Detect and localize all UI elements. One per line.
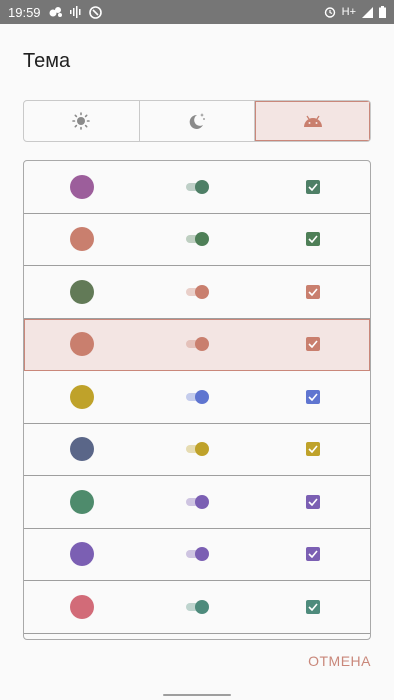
switch-thumb bbox=[195, 284, 209, 299]
primary-color-swatch bbox=[70, 174, 94, 199]
accent-switch-preview bbox=[186, 494, 210, 509]
network-type: H+ bbox=[341, 6, 356, 18]
switch-thumb bbox=[195, 337, 209, 352]
theme-mode-selector bbox=[23, 100, 371, 142]
primary-color-swatch bbox=[70, 227, 94, 252]
primary-color-swatch bbox=[70, 594, 94, 619]
moon-stars-icon bbox=[189, 113, 205, 129]
checkbox-check-icon bbox=[306, 179, 320, 194]
switch-thumb bbox=[195, 442, 209, 457]
status-notification-icons bbox=[49, 5, 102, 19]
android-icon bbox=[303, 115, 322, 127]
mode-dark-button[interactable] bbox=[140, 101, 256, 141]
checkbox-check-icon bbox=[306, 232, 320, 247]
accent-switch-preview bbox=[186, 547, 210, 562]
palette-list bbox=[23, 160, 371, 640]
switch-thumb bbox=[195, 232, 209, 247]
status-time: 19:59 bbox=[8, 4, 41, 20]
sun-icon bbox=[72, 112, 91, 130]
accent-switch-preview bbox=[186, 284, 210, 299]
signal-icon bbox=[362, 6, 373, 18]
palette-row[interactable] bbox=[24, 161, 370, 214]
checkbox-check-icon bbox=[306, 389, 320, 404]
primary-color-swatch bbox=[70, 384, 94, 409]
status-system-icons: H+ bbox=[324, 6, 386, 18]
palette-row[interactable] bbox=[24, 371, 370, 424]
battery-icon bbox=[379, 6, 386, 18]
cancel-button[interactable]: ОТМЕНА bbox=[308, 653, 371, 669]
accent-switch-preview bbox=[186, 389, 210, 404]
dialog-title: Тема bbox=[23, 50, 71, 72]
palette-row[interactable] bbox=[24, 318, 370, 371]
checkbox-check-icon bbox=[306, 337, 320, 352]
voice-icon bbox=[69, 6, 81, 18]
accent-switch-preview bbox=[186, 599, 210, 614]
primary-color-swatch bbox=[70, 437, 94, 462]
status-bar: 19:59 H+ bbox=[0, 0, 394, 24]
primary-color-swatch bbox=[70, 279, 94, 304]
switch-thumb bbox=[195, 389, 209, 404]
switch-thumb bbox=[195, 599, 209, 614]
palette-row[interactable] bbox=[24, 266, 370, 319]
checkbox-check-icon bbox=[306, 494, 320, 509]
primary-color-swatch bbox=[70, 542, 94, 567]
sync-icon bbox=[88, 5, 102, 19]
theme-dialog: Тема ОТМЕНА bbox=[0, 24, 394, 694]
accent-switch-preview bbox=[186, 337, 210, 352]
accent-switch-preview bbox=[186, 442, 210, 457]
palette-row[interactable] bbox=[24, 424, 370, 476]
mode-light-button[interactable] bbox=[24, 101, 140, 141]
checkbox-check-icon bbox=[306, 284, 320, 299]
switch-thumb bbox=[195, 179, 209, 194]
accent-switch-preview bbox=[186, 179, 210, 194]
checkbox-check-icon bbox=[306, 599, 320, 614]
palette-row[interactable] bbox=[24, 476, 370, 529]
checkbox-check-icon bbox=[306, 547, 320, 562]
notification-app-icon bbox=[49, 7, 62, 17]
palette-row[interactable] bbox=[24, 581, 370, 634]
palette-row[interactable] bbox=[24, 214, 370, 266]
gesture-nav-bar bbox=[0, 694, 394, 700]
primary-color-swatch bbox=[70, 332, 94, 357]
alarm-icon bbox=[324, 7, 335, 18]
switch-thumb bbox=[195, 547, 209, 562]
mode-system-button[interactable] bbox=[255, 101, 370, 141]
accent-switch-preview bbox=[186, 232, 210, 247]
switch-thumb bbox=[195, 494, 209, 509]
checkbox-check-icon bbox=[306, 442, 320, 457]
primary-color-swatch bbox=[70, 489, 94, 514]
palette-row[interactable] bbox=[24, 529, 370, 581]
nav-handle[interactable] bbox=[163, 694, 231, 696]
